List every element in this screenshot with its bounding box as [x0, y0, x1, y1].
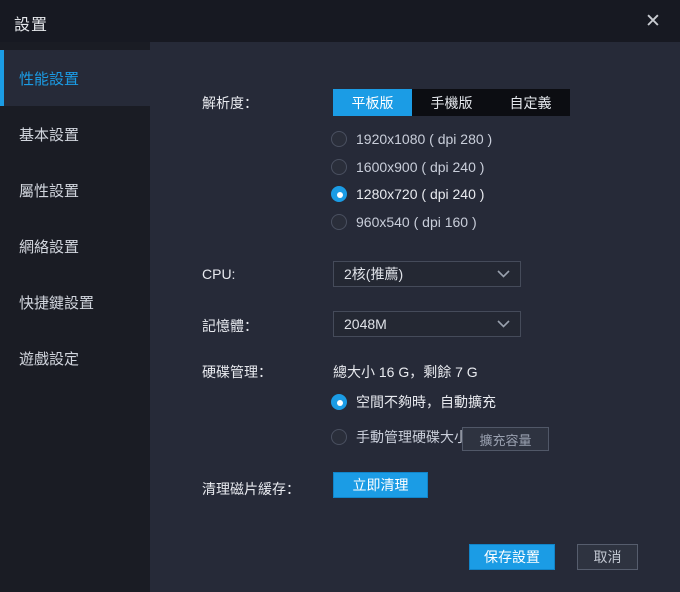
dialog-title: 設置: [14, 11, 48, 35]
radio-label: 空間不夠時，自動擴充: [356, 392, 496, 412]
sidebar-item-label: 快捷鍵設置: [19, 292, 94, 313]
disk-option-manual[interactable]: 手動管理硬碟大小: [331, 429, 468, 445]
resolution-option-1280x720[interactable]: 1280x720 ( dpi 240 ): [331, 186, 484, 202]
cancel-button[interactable]: 取消: [577, 544, 638, 570]
tab-tablet[interactable]: 平板版: [333, 89, 412, 116]
sidebar-item-label: 性能設置: [19, 68, 79, 89]
radio-icon: [331, 394, 347, 410]
memory-dropdown-value: 2048M: [344, 316, 387, 332]
radio-label: 1920x1080 ( dpi 280 ): [356, 131, 492, 147]
save-settings-button[interactable]: 保存設置: [469, 544, 555, 570]
clean-now-button[interactable]: 立即清理: [333, 472, 428, 498]
chevron-down-icon: [497, 270, 510, 278]
main-content: 解析度： 平板版 手機版 自定義 1920x1080 ( dpi 280 ) 1…: [150, 42, 680, 592]
tab-custom[interactable]: 自定義: [491, 89, 570, 116]
cpu-label: CPU:: [202, 266, 235, 282]
sidebar-item-label: 屬性設置: [19, 180, 79, 201]
radio-label: 1280x720 ( dpi 240 ): [356, 186, 484, 202]
radio-label: 1600x900 ( dpi 240 ): [356, 159, 484, 175]
sidebar-item-label: 基本設置: [19, 124, 79, 145]
settings-dialog: 設置 ✕ 性能設置 基本設置 屬性設置 網絡設置 快捷鍵設置 遊戲設定 解析度：…: [0, 0, 680, 592]
resolution-label: 解析度：: [202, 93, 258, 113]
close-icon[interactable]: ✕: [640, 8, 666, 34]
sidebar: 性能設置 基本設置 屬性設置 網絡設置 快捷鍵設置 遊戲設定: [0, 42, 150, 592]
sidebar-item-hotkey[interactable]: 快捷鍵設置: [0, 274, 150, 330]
titlebar: 設置 ✕: [0, 0, 680, 42]
sidebar-item-label: 網絡設置: [19, 236, 79, 257]
radio-icon: [331, 159, 347, 175]
radio-icon: [331, 214, 347, 230]
radio-icon: [331, 429, 347, 445]
memory-label: 記憶體：: [202, 316, 258, 336]
disk-info-text: 總大小 16 G，剩餘 7 G: [333, 362, 478, 382]
sidebar-item-network[interactable]: 網絡設置: [0, 218, 150, 274]
cpu-dropdown[interactable]: 2核(推薦): [333, 261, 521, 287]
sidebar-item-label: 遊戲設定: [19, 348, 79, 369]
disk-option-auto-expand[interactable]: 空間不夠時，自動擴充: [331, 394, 496, 410]
radio-label: 手動管理硬碟大小: [356, 427, 468, 447]
expand-capacity-button[interactable]: 擴充容量: [462, 427, 549, 451]
resolution-option-1600x900[interactable]: 1600x900 ( dpi 240 ): [331, 159, 484, 175]
radio-icon: [331, 131, 347, 147]
sidebar-item-basic[interactable]: 基本設置: [0, 106, 150, 162]
memory-dropdown[interactable]: 2048M: [333, 311, 521, 337]
tab-phone[interactable]: 手機版: [412, 89, 491, 116]
sidebar-item-game[interactable]: 遊戲設定: [0, 330, 150, 386]
resolution-tabs: 平板版 手機版 自定義: [333, 89, 570, 116]
chevron-down-icon: [497, 320, 510, 328]
radio-label: 960x540 ( dpi 160 ): [356, 214, 477, 230]
disk-label: 硬碟管理：: [202, 362, 272, 382]
cache-label: 清理磁片緩存：: [202, 479, 300, 499]
sidebar-item-performance[interactable]: 性能設置: [0, 50, 150, 106]
sidebar-item-property[interactable]: 屬性設置: [0, 162, 150, 218]
resolution-option-960x540[interactable]: 960x540 ( dpi 160 ): [331, 214, 477, 230]
cpu-dropdown-value: 2核(推薦): [344, 264, 403, 284]
resolution-option-1920x1080[interactable]: 1920x1080 ( dpi 280 ): [331, 131, 492, 147]
radio-icon: [331, 186, 347, 202]
